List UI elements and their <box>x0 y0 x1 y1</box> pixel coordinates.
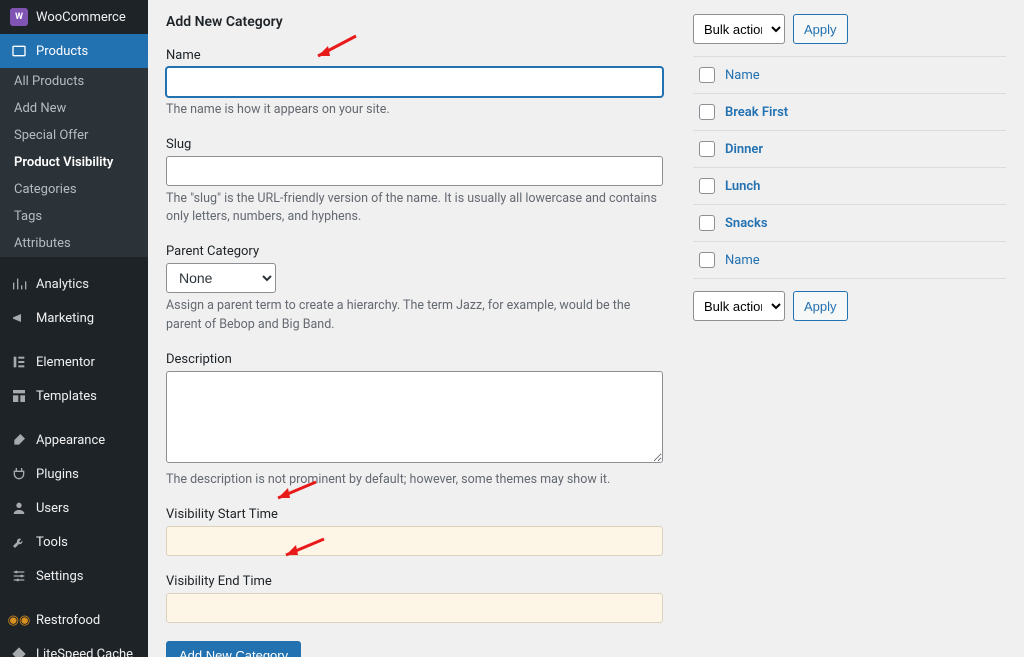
column-name-footer[interactable]: Name <box>725 253 760 268</box>
category-row: Lunch <box>693 168 1006 205</box>
sliders-icon <box>10 567 28 585</box>
menu-woocommerce[interactable]: W WooCommerce <box>0 0 148 34</box>
analytics-icon <box>10 275 28 293</box>
category-link[interactable]: Lunch <box>725 179 760 194</box>
menu-label: Appearance <box>36 433 105 448</box>
menu-settings[interactable]: Settings <box>0 559 148 593</box>
field-description: Description The description is not promi… <box>166 352 663 489</box>
submenu-add-new[interactable]: Add New <box>0 95 148 122</box>
visibility-end-input[interactable] <box>166 593 663 623</box>
litespeed-icon <box>10 645 28 657</box>
menu-label: Analytics <box>36 277 89 292</box>
menu-label: Plugins <box>36 467 79 482</box>
megaphone-icon <box>10 309 28 327</box>
row-checkbox[interactable] <box>699 215 715 231</box>
category-row: Break First <box>693 94 1006 131</box>
slug-label: Slug <box>166 137 663 152</box>
category-row: Snacks <box>693 205 1006 242</box>
add-category-form: Add New Category Name The name is how it… <box>166 14 663 643</box>
field-name: Name The name is how it appears on your … <box>166 48 663 119</box>
description-label: Description <box>166 352 663 367</box>
category-link[interactable]: Dinner <box>725 142 763 157</box>
visibility-start-label: Visibility Start Time <box>166 507 663 522</box>
menu-label: Marketing <box>36 311 94 326</box>
brush-icon <box>10 431 28 449</box>
main-content: Add New Category Name The name is how it… <box>148 0 1024 657</box>
submenu-categories[interactable]: Categories <box>0 176 148 203</box>
row-checkbox[interactable] <box>699 178 715 194</box>
woo-icon: W <box>10 8 28 26</box>
submenu-attributes[interactable]: Attributes <box>0 230 148 257</box>
category-link[interactable]: Break First <box>725 105 788 120</box>
menu-elementor[interactable]: Elementor <box>0 345 148 379</box>
visibility-start-input[interactable] <box>166 526 663 556</box>
menu-label: Elementor <box>36 355 95 370</box>
parent-category-select[interactable]: None <box>166 263 276 293</box>
menu-users[interactable]: Users <box>0 491 148 525</box>
parent-help: Assign a parent term to create a hierarc… <box>166 297 663 333</box>
submenu-special-offer[interactable]: Special Offer <box>0 122 148 149</box>
menu-label: LiteSpeed Cache <box>36 647 133 657</box>
category-link[interactable]: Snacks <box>725 216 768 231</box>
select-all-checkbox[interactable] <box>699 67 715 83</box>
plug-icon <box>10 465 28 483</box>
category-table-footer: Name <box>693 242 1006 279</box>
submenu-tags[interactable]: Tags <box>0 203 148 230</box>
menu-tools[interactable]: Tools <box>0 525 148 559</box>
menu-analytics[interactable]: Analytics <box>0 267 148 301</box>
apply-button[interactable]: Apply <box>793 291 848 321</box>
field-visibility-end: Visibility End Time <box>166 574 663 623</box>
field-parent-category: Parent Category None Assign a parent ter… <box>166 244 663 333</box>
menu-label: Restrofood <box>36 613 100 628</box>
field-slug: Slug The "slug" is the URL-friendly vers… <box>166 137 663 226</box>
admin-sidebar: W WooCommerce Products All Products Add … <box>0 0 148 657</box>
bulk-actions-select[interactable]: Bulk actions <box>693 291 785 321</box>
menu-marketing[interactable]: Marketing <box>0 301 148 335</box>
description-help: The description is not prominent by defa… <box>166 471 663 489</box>
category-table-header: Name <box>693 56 1006 94</box>
category-row: Dinner <box>693 131 1006 168</box>
bulk-actions-top: Bulk actions Apply <box>693 14 1006 44</box>
menu-restrofood[interactable]: ◉◉ Restrofood <box>0 603 148 637</box>
menu-label: WooCommerce <box>36 10 126 25</box>
row-checkbox[interactable] <box>699 104 715 120</box>
category-list-panel: Bulk actions Apply Name Break First Dinn… <box>693 14 1006 643</box>
slug-input[interactable] <box>166 156 663 186</box>
description-textarea[interactable] <box>166 371 663 463</box>
elementor-icon <box>10 353 28 371</box>
visibility-end-label: Visibility End Time <box>166 574 663 589</box>
menu-litespeed[interactable]: LiteSpeed Cache <box>0 637 148 657</box>
add-new-category-button[interactable]: Add New Category <box>166 641 301 657</box>
submenu-product-visibility[interactable]: Product Visibility <box>0 149 148 176</box>
menu-templates[interactable]: Templates <box>0 379 148 413</box>
menu-appearance[interactable]: Appearance <box>0 423 148 457</box>
menu-plugins[interactable]: Plugins <box>0 457 148 491</box>
name-help: The name is how it appears on your site. <box>166 101 663 119</box>
column-name-header[interactable]: Name <box>725 68 760 83</box>
slug-help: The "slug" is the URL-friendly version o… <box>166 190 663 226</box>
parent-label: Parent Category <box>166 244 663 259</box>
menu-label: Products <box>36 44 88 59</box>
user-icon <box>10 499 28 517</box>
bulk-actions-bottom: Bulk actions Apply <box>693 291 1006 321</box>
wrench-icon <box>10 533 28 551</box>
row-checkbox[interactable] <box>699 141 715 157</box>
select-all-checkbox[interactable] <box>699 252 715 268</box>
restrofood-icon: ◉◉ <box>10 611 28 629</box>
page-title: Add New Category <box>166 14 663 30</box>
apply-button[interactable]: Apply <box>793 14 848 44</box>
menu-label: Settings <box>36 569 83 584</box>
menu-label: Tools <box>36 535 68 550</box>
menu-products[interactable]: Products <box>0 34 148 68</box>
templates-icon <box>10 387 28 405</box>
menu-label: Templates <box>36 389 97 404</box>
bulk-actions-select[interactable]: Bulk actions <box>693 14 785 44</box>
field-visibility-start: Visibility Start Time <box>166 507 663 556</box>
name-label: Name <box>166 48 663 63</box>
menu-label: Users <box>36 501 69 516</box>
products-icon <box>10 42 28 60</box>
products-submenu: All Products Add New Special Offer Produ… <box>0 68 148 257</box>
name-input[interactable] <box>166 67 663 97</box>
submenu-all-products[interactable]: All Products <box>0 68 148 95</box>
